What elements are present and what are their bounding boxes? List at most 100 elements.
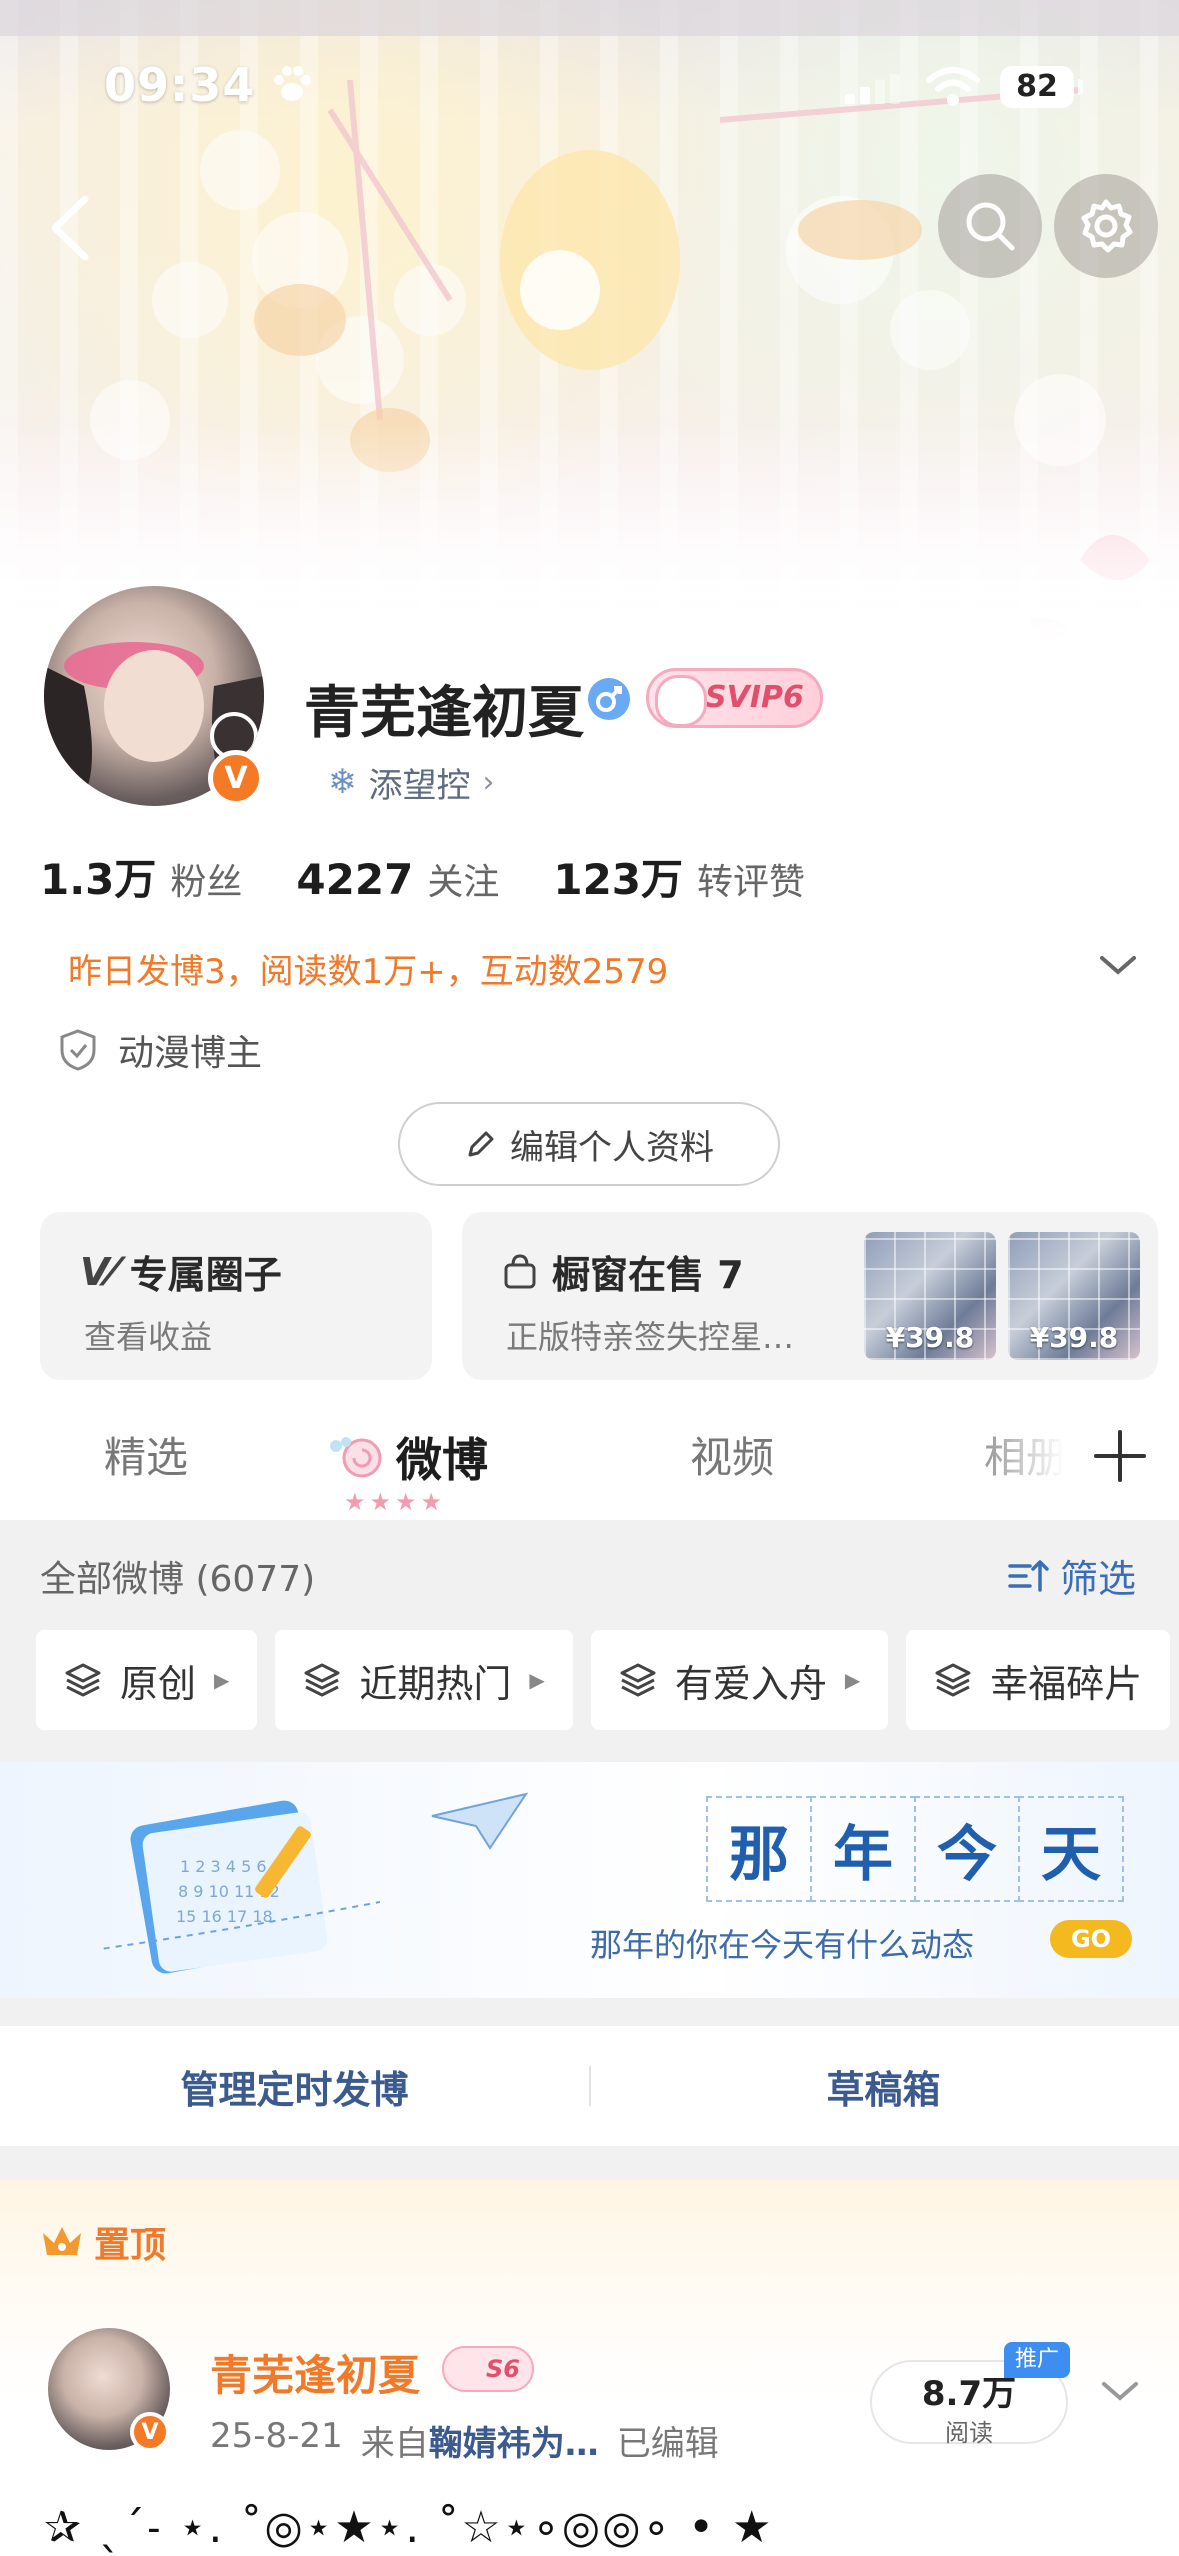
post-meta: 25-8-21 来自鞠婧祎为… 已编辑 — [210, 2416, 719, 2465]
calendar-illustration-icon: 1 2 3 4 5 68 9 10 11 1215 16 17 18 — [100, 1800, 380, 1974]
feed-section: 全部微博 (6077) 筛选 原创 ▶ 近期热门 ▶ 有爱入舟 ▶ 幸福碎片 1… — [0, 1520, 1179, 2556]
go-button[interactable]: GO — [1050, 1920, 1132, 1958]
drafts-button[interactable]: 草稿箱 — [589, 2026, 1178, 2146]
card-title: 橱窗在售 7 — [502, 1244, 744, 1299]
shield-icon — [60, 1029, 96, 1071]
stat-interactions[interactable]: 123万 转评赞 — [553, 846, 805, 907]
edit-profile-button[interactable]: 编辑个人资料 — [398, 1102, 780, 1186]
layers-icon — [65, 1663, 101, 1697]
crown-icon — [43, 2227, 81, 2255]
chip-label: 近期热门 — [359, 1661, 512, 1706]
post-date: 25-8-21 — [210, 2416, 343, 2456]
tab-featured[interactable]: 精选 — [104, 1424, 188, 1485]
pinned-label: 置顶 — [40, 2216, 166, 2268]
svip-badge[interactable]: SVIP6 — [646, 668, 823, 728]
tab-decoration-stars: ★★★★ — [344, 1488, 447, 1516]
chip-original[interactable]: 原创 ▶ — [36, 1630, 258, 1730]
category-chips: 原创 ▶ 近期热门 ▶ 有爱入舟 ▶ 幸福碎片 — [36, 1630, 1171, 1730]
stat-label: 关注 — [427, 862, 500, 903]
paw-icon — [274, 66, 311, 101]
caret-right-icon: ▶ — [214, 1668, 230, 1692]
post-source[interactable]: 来自鞠婧祎为… — [361, 2416, 599, 2465]
pencil-icon — [468, 1131, 494, 1157]
post-text: ✰ ˎˊ˗ ⋆. ˚◎⋆★⋆. ˚☆⋆∘◎◎∘ • ★ — [44, 2502, 774, 2553]
v-circle-icon: V⁄ — [80, 1249, 116, 1294]
verified-badge: V — [208, 750, 264, 806]
on-this-day-banner[interactable]: 1 2 3 4 5 68 9 10 11 12 15 16 17 18 那 年 今… — [0, 1762, 1179, 1998]
title-char: 今 — [914, 1796, 1020, 1902]
pinned-post[interactable]: 置顶 V 青芜逢初夏 S6 25-8-21 来自鞠婧祎为… 已编辑 8.7万 阅… — [0, 2180, 1179, 2556]
caret-right-icon: ▶ — [844, 1668, 861, 1692]
product-price: ¥39.8 — [1029, 1321, 1119, 1354]
shop-window-card[interactable]: 橱窗在售 7 正版特亲签失控星… ¥39.8 ¥39.8 — [462, 1212, 1158, 1380]
profile-tag-label: 动漫博主 — [118, 1033, 263, 1074]
product-price: ¥39.8 — [885, 1321, 975, 1354]
stat-followers[interactable]: 1.3万 粉丝 — [40, 846, 242, 907]
battery-level: 82 — [1016, 69, 1058, 104]
filter-label: 筛选 — [1060, 1557, 1137, 1601]
svg-text:1 2 3 4 5 6: 1 2 3 4 5 6 — [180, 1857, 267, 1876]
circle-subtitle: 查看收益 — [84, 1318, 213, 1356]
chip-happiness[interactable]: 幸福碎片 — [906, 1630, 1171, 1730]
stat-value: 1.3万 — [40, 855, 157, 904]
filter-sort-icon — [1008, 1559, 1049, 1592]
daily-summary: 昨日发博3，阅读数1万+，互动数2579 — [68, 952, 669, 992]
svip-level-badge: S6 — [442, 2346, 534, 2392]
stat-following[interactable]: 4227 关注 — [296, 853, 499, 905]
chip-label: 幸福碎片 — [990, 1661, 1143, 1706]
chevron-right-icon: › — [482, 764, 495, 800]
card-title: V⁄ 专属圈子 — [80, 1244, 282, 1299]
stat-label: 转评赞 — [697, 862, 806, 903]
title-char: 天 — [1018, 1796, 1124, 1902]
gear-icon — [1081, 199, 1133, 253]
cellular-signal-icon — [845, 74, 900, 104]
exclusive-circle-card[interactable]: V⁄ 专属圈子 查看收益 — [40, 1212, 432, 1380]
chip-label: 有爱入舟 — [674, 1661, 827, 1706]
chevron-down-icon[interactable] — [1098, 2376, 1142, 2406]
post-author-name[interactable]: 青芜逢初夏 — [210, 2342, 420, 2403]
on-this-day-title: 那 年 今 天 — [706, 1796, 1124, 1902]
post-edited: 已编辑 — [616, 2424, 719, 2464]
add-tab-icon[interactable] — [1090, 1426, 1150, 1486]
profile-stats: 1.3万 粉丝 4227 关注 123万 转评赞 — [40, 846, 859, 910]
chip-love[interactable]: 有爱入舟 ▶ — [590, 1630, 889, 1730]
promote-tag[interactable]: 推广 — [1004, 2342, 1070, 2378]
circle-title: 专属圈子 — [129, 1253, 282, 1297]
paper-plane-icon — [431, 1792, 529, 1850]
product-thumbnail[interactable]: ¥39.8 — [1008, 1232, 1140, 1360]
verified-badge: V — [130, 2412, 170, 2452]
chevron-down-icon[interactable] — [1096, 950, 1140, 980]
back-button[interactable] — [18, 176, 122, 280]
product-thumbnail[interactable]: ¥39.8 — [864, 1232, 996, 1360]
shop-title: 橱窗在售 7 — [552, 1253, 744, 1297]
edit-profile-label: 编辑个人资料 — [510, 1127, 714, 1168]
feed-count-header: 全部微博 (6077) — [40, 1559, 316, 1600]
fan-group-chip[interactable]: ❄ 添望控 › — [304, 752, 523, 812]
status-bar: 09:34 82 — [0, 0, 1179, 170]
search-button[interactable] — [938, 174, 1042, 278]
settings-button[interactable] — [1054, 174, 1158, 278]
stat-value: 4227 — [296, 855, 414, 904]
profile-tag: 动漫博主 — [58, 1024, 262, 1076]
profile-avatar[interactable]: V — [40, 582, 268, 810]
on-this-day-subtitle: 那年的你在今天有什么动态 — [590, 1926, 975, 1964]
title-char: 那 — [706, 1796, 812, 1902]
filter-button[interactable]: 筛选 — [1008, 1548, 1136, 1603]
stat-label: 粉丝 — [170, 862, 243, 903]
chip-label: 原创 — [120, 1661, 197, 1706]
fan-group-label: 添望控 — [368, 765, 471, 806]
male-gender-icon — [588, 678, 630, 720]
caret-right-icon: ▶ — [529, 1668, 545, 1692]
snail-icon — [330, 1437, 382, 1478]
search-icon — [966, 202, 1015, 251]
chip-trending[interactable]: 近期热门 ▶ — [275, 1630, 573, 1730]
shopping-bag-icon — [504, 1253, 536, 1288]
tab-weibo[interactable]: 微博 — [396, 1424, 488, 1490]
pinned-text: 置顶 — [94, 2225, 167, 2266]
scheduled-posts-button[interactable]: 管理定时发博 — [0, 2026, 589, 2146]
stat-value: 123万 — [553, 855, 684, 904]
tab-videos[interactable]: 视频 — [690, 1424, 774, 1485]
source-name: 鞠婧祎为… — [428, 2424, 599, 2464]
title-char: 年 — [810, 1796, 916, 1902]
layers-icon — [304, 1663, 340, 1697]
